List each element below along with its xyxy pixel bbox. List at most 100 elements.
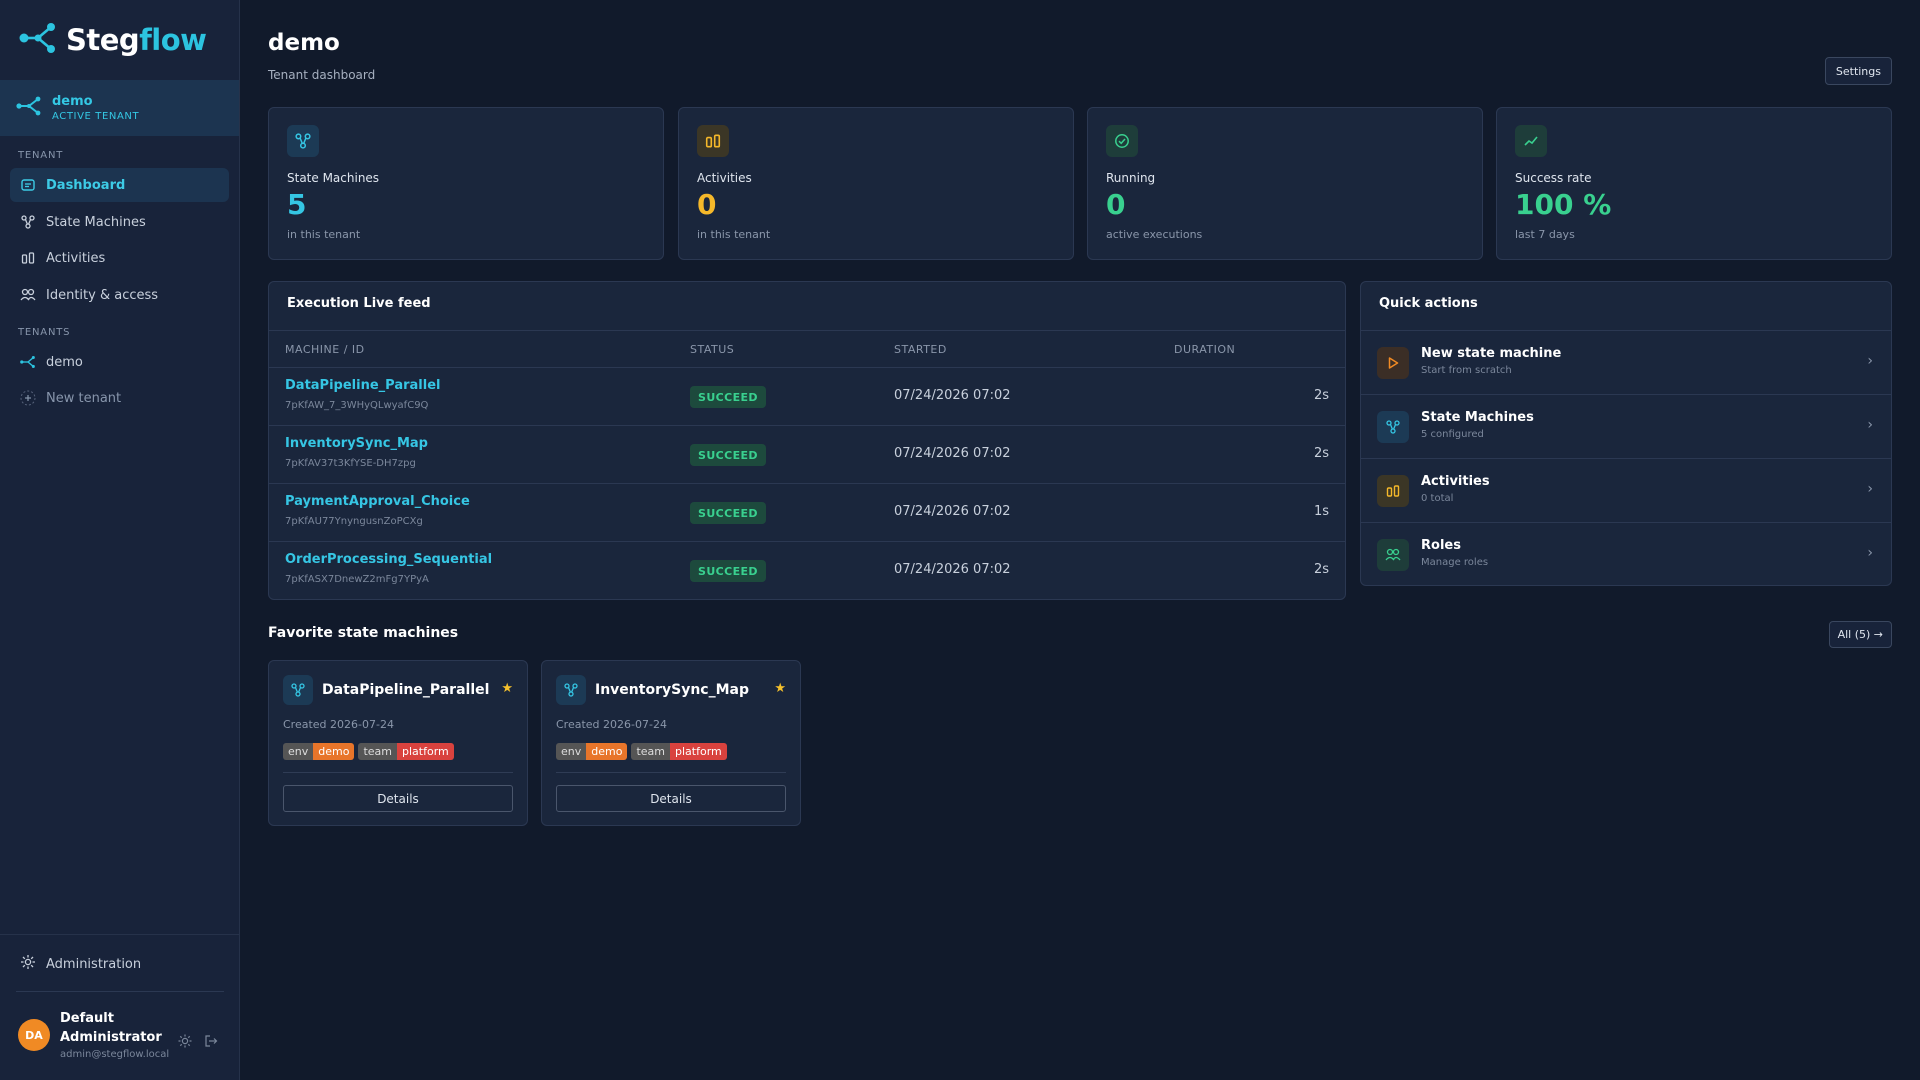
- tenant-network-icon: [20, 354, 36, 370]
- favorite-name[interactable]: DataPipeline_Parallel: [322, 682, 489, 698]
- user-email: admin@stegflow.local: [60, 1049, 170, 1060]
- quick-action-title: State Machines: [1421, 410, 1534, 425]
- tenants-section-label: TENANTS: [18, 327, 71, 338]
- column-header: STATUS: [690, 343, 735, 356]
- users-icon: [1377, 539, 1409, 571]
- execution-id: 7pKfAV37t3KfYSE-DH7zpg: [285, 458, 416, 469]
- stat-value: 5: [287, 188, 307, 221]
- theme-toggle-sun-icon[interactable]: [178, 1033, 192, 1052]
- machine-name-link[interactable]: OrderProcessing_Sequential: [285, 552, 492, 567]
- stat-card-state-machines: State Machines 5 in this tenant: [268, 107, 664, 260]
- new-tenant-label: New tenant: [46, 390, 122, 406]
- stat-value: 100 %: [1515, 188, 1612, 221]
- execution-id: 7pKfAU77YnyngusnZoPCXg: [285, 516, 423, 527]
- machine-name-link[interactable]: DataPipeline_Parallel: [285, 378, 440, 393]
- quick-action-sub: Start from scratch: [1421, 365, 1512, 376]
- stat-label: State Machines: [287, 171, 380, 185]
- play-icon: [1377, 347, 1409, 379]
- star-icon[interactable]: ★: [774, 681, 786, 696]
- chevron-right-icon: ›: [1867, 417, 1873, 433]
- active-tenant-label: ACTIVE TENANT: [52, 111, 140, 122]
- user-actions: [178, 1033, 218, 1052]
- execution-id: 7pKfAW_7_3WHyQLwyafC9Q: [285, 400, 429, 411]
- status-badge: SUCCEED: [690, 444, 766, 466]
- star-icon[interactable]: ★: [501, 681, 513, 696]
- quick-action-sub: 5 configured: [1421, 429, 1484, 440]
- column-header: DURATION: [1174, 343, 1236, 356]
- details-button[interactable]: Details: [556, 785, 786, 812]
- check-circle-icon: [1106, 125, 1138, 157]
- stat-sub: in this tenant: [697, 228, 771, 241]
- sidebar-item-label: State Machines: [46, 214, 146, 230]
- sidebar-item-dashboard[interactable]: Dashboard: [10, 168, 229, 202]
- tenant-network-icon: [16, 96, 42, 120]
- duration: 2s: [1313, 562, 1329, 577]
- column-header: STARTED: [894, 343, 947, 356]
- new-tenant-link[interactable]: New tenant: [10, 381, 229, 415]
- tenant-item-demo[interactable]: demo: [10, 345, 229, 379]
- stat-label: Activities: [697, 171, 752, 185]
- status-badge: SUCCEED: [690, 386, 766, 408]
- started-time: 07/24/2026 07:02: [894, 446, 1011, 461]
- all-favorites-button[interactable]: All (5) →: [1828, 621, 1892, 648]
- quick-action-sub: 0 total: [1421, 493, 1454, 504]
- sidebar-item-state-machines[interactable]: State Machines: [10, 205, 229, 239]
- table-row[interactable]: DataPipeline_Parallel 7pKfAW_7_3WHyQLwya…: [269, 368, 1345, 426]
- panel-title: Quick actions: [1379, 296, 1478, 311]
- tag: env demo: [556, 743, 628, 760]
- stegflow-logo-icon: [18, 21, 58, 59]
- quick-action-title: New state machine: [1421, 346, 1562, 361]
- brand[interactable]: Stegflow: [0, 0, 239, 80]
- table-row[interactable]: InventorySync_Map 7pKfAV37t3KfYSE-DH7zpg…: [269, 426, 1345, 484]
- tag-list: env demo team platform: [556, 743, 727, 760]
- avatar[interactable]: DA: [18, 1019, 50, 1051]
- divider: [556, 772, 786, 773]
- sidebar-item-activities[interactable]: Activities: [10, 241, 229, 275]
- sidebar-footer: Administration DA Default Administrator …: [0, 934, 240, 1080]
- stat-sub: last 7 days: [1515, 228, 1575, 241]
- favorite-name[interactable]: InventorySync_Map: [595, 682, 749, 698]
- tenant-section-label: TENANT: [18, 150, 64, 161]
- state-machine-icon: [1377, 411, 1409, 443]
- machine-name-link[interactable]: PaymentApproval_Choice: [285, 494, 470, 509]
- quick-action-new-state-machine[interactable]: New state machine Start from scratch ›: [1361, 330, 1891, 394]
- stat-card-activities: Activities 0 in this tenant: [678, 107, 1074, 260]
- quick-action-sub: Manage roles: [1421, 557, 1489, 568]
- quick-actions-panel: Quick actions New state machine Start fr…: [1360, 281, 1892, 586]
- table-row[interactable]: PaymentApproval_Choice 7pKfAU77YnyngusnZ…: [269, 484, 1345, 542]
- divider: [283, 772, 513, 773]
- administration-label: Administration: [46, 956, 142, 972]
- stat-label: Success rate: [1515, 171, 1592, 185]
- sidebar-item-label: Activities: [46, 250, 106, 266]
- state-machine-icon: [20, 214, 36, 230]
- status-badge: SUCCEED: [690, 560, 766, 582]
- favorite-card: DataPipeline_Parallel ★ Created 2026-07-…: [268, 660, 528, 826]
- quick-action-state-machines[interactable]: State Machines 5 configured ›: [1361, 394, 1891, 458]
- users-icon: [20, 287, 36, 303]
- stat-value: 0: [697, 188, 717, 221]
- sidebar-item-label: Dashboard: [46, 177, 126, 193]
- state-machine-icon: [283, 675, 313, 705]
- column-header: MACHINE / ID: [285, 343, 365, 356]
- tag-list: env demo team platform: [283, 743, 454, 760]
- quick-action-roles[interactable]: Roles Manage roles ›: [1361, 522, 1891, 586]
- stat-card-success-rate: Success rate 100 % last 7 days: [1496, 107, 1892, 260]
- started-time: 07/24/2026 07:02: [894, 504, 1011, 519]
- execution-id: 7pKfASX7DnewZ2mFg7YPyA: [285, 574, 429, 585]
- sidebar-item-identity-access[interactable]: Identity & access: [10, 278, 229, 312]
- settings-button[interactable]: Settings: [1824, 57, 1892, 85]
- tag: team platform: [631, 743, 727, 760]
- state-machine-icon: [287, 125, 319, 157]
- chevron-right-icon: ›: [1867, 481, 1873, 497]
- machine-name-link[interactable]: InventorySync_Map: [285, 436, 428, 451]
- quick-action-activities[interactable]: Activities 0 total ›: [1361, 458, 1891, 522]
- active-tenant[interactable]: demo ACTIVE TENANT: [0, 80, 239, 136]
- table-row[interactable]: OrderProcessing_Sequential 7pKfASX7DnewZ…: [269, 542, 1345, 600]
- chevron-right-icon: ›: [1867, 353, 1873, 369]
- details-button[interactable]: Details: [283, 785, 513, 812]
- stat-label: Running: [1106, 171, 1156, 185]
- activities-icon: [1377, 475, 1409, 507]
- user-name-line1: Default: [60, 1011, 114, 1026]
- administration-link[interactable]: Administration: [10, 949, 141, 979]
- logout-icon[interactable]: [204, 1033, 218, 1052]
